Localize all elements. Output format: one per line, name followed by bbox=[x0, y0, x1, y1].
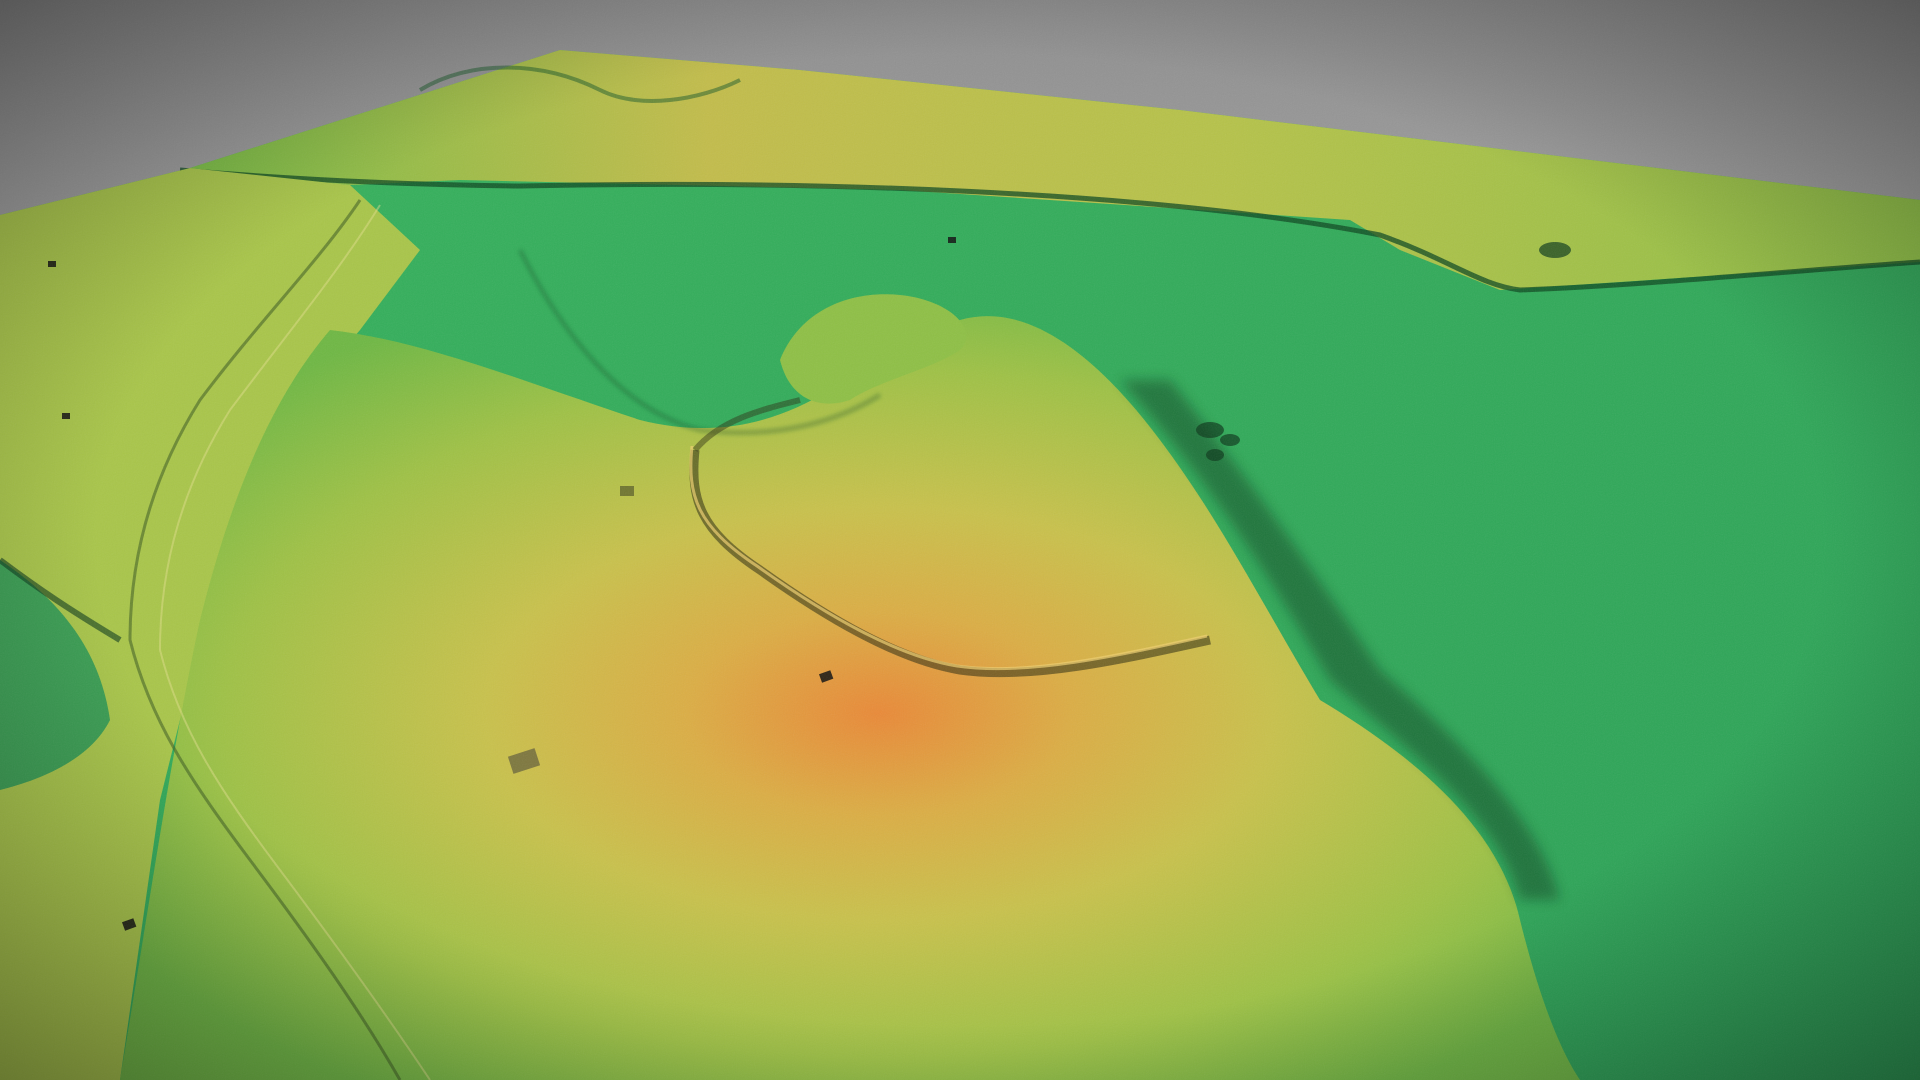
terrain-scene[interactable] bbox=[0, 0, 1920, 1080]
terrain-render bbox=[0, 0, 1920, 1080]
vignette bbox=[0, 0, 1920, 1080]
